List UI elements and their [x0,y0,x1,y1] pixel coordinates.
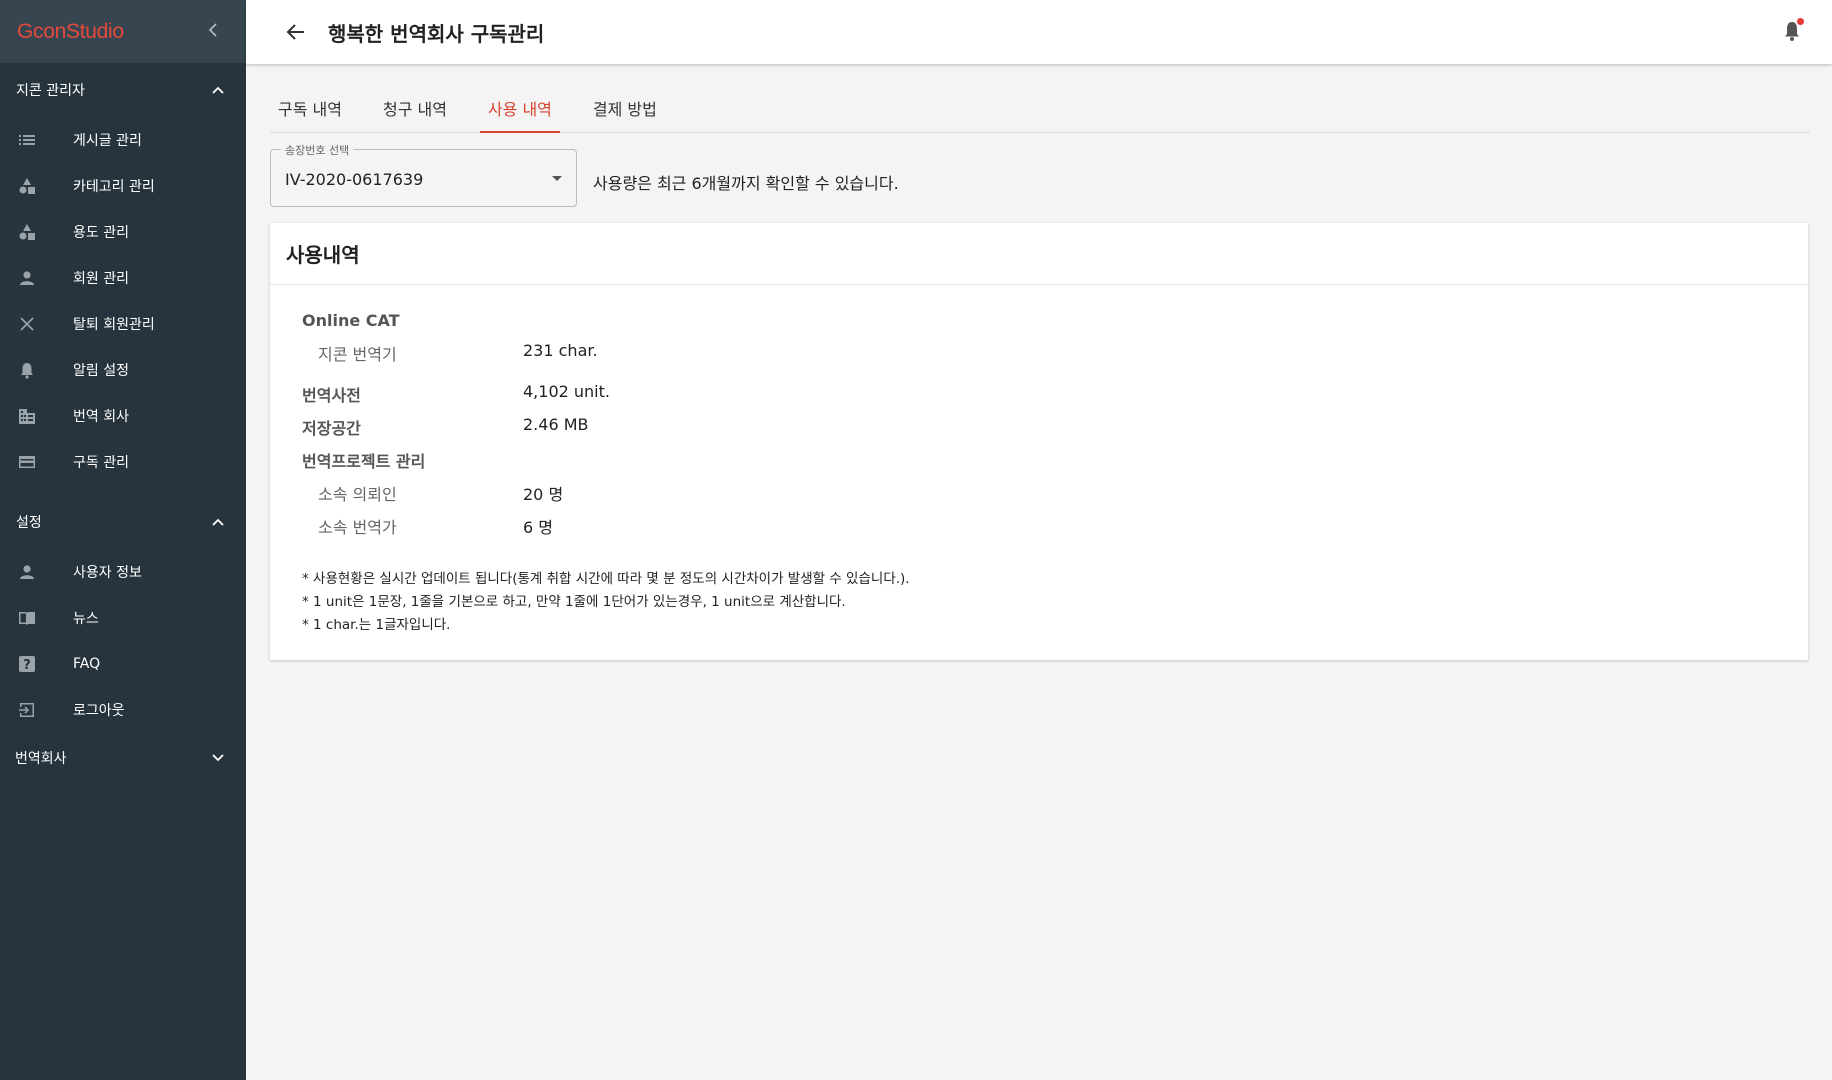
sidebar-item-label: FAQ [73,656,101,672]
chevron-up-icon [212,518,224,526]
sidebar-item-posts[interactable]: 게시글 관리 [0,117,246,163]
storage-value: 2.46 MB [523,415,589,434]
online-cat-label: Online CAT [302,311,400,330]
card-title: 사용내역 [270,223,1808,285]
sidebar-item-label: 알림 설정 [73,363,129,379]
category-icon [17,222,37,242]
section-settings[interactable]: 설정 [0,495,246,549]
help-icon: ? [17,654,37,674]
sidebar-item-withdrawn-members[interactable]: 탈퇴 회원관리 [0,301,246,347]
sidebar-item-label: 카테고리 관리 [73,179,155,195]
sidebar-item-news[interactable]: 뉴스 [0,595,246,641]
section-translation-company[interactable]: 번역회사 [0,733,246,783]
person-icon [17,268,37,288]
chevron-up-icon [212,86,224,94]
dictionary-label: 번역사전 [302,386,361,405]
usage-period-hint: 사용량은 최근 6개월까지 확인할 수 있습니다. [593,174,899,193]
list-icon [17,130,37,150]
category-icon [17,176,37,196]
sidebar-item-translation-company[interactable]: 번역 회사 [0,393,246,439]
tab-subscription-history[interactable]: 구독 내역 [270,84,350,133]
note-line: * 1 char.는 1글자입니다. [302,617,451,633]
storage-label: 저장공간 [302,419,361,438]
section-title: 지콘 관리자 [16,83,85,99]
sidebar-item-label: 탈퇴 회원관리 [73,317,155,333]
logout-icon [17,700,37,720]
sidebar-item-categories[interactable]: 카테고리 관리 [0,163,246,209]
sidebar-item-label: 용도 관리 [73,225,129,241]
note-line: * 사용현황은 실시간 업데이트 됩니다(통계 취합 시간에 따라 몇 분 정도… [302,571,910,587]
sidebar-item-user-info[interactable]: 사용자 정보 [0,549,246,595]
sidebar-header: GconStudio [0,0,246,63]
sidebar-item-label: 번역 회사 [73,409,129,425]
notification-badge [1797,18,1804,25]
sidebar-item-label: 회원 관리 [73,271,129,287]
translator-value: 231 char. [523,341,598,360]
back-arrow-icon[interactable] [284,20,308,44]
invoice-select-label: 송장번호 선택 [281,142,354,158]
usage-notes: * 사용현황은 실시간 업데이트 됩니다(통계 취합 시간에 따라 몇 분 정도… [302,568,910,637]
invoice-select-value: IV-2020-0617639 [285,170,424,189]
section-gcon-admin[interactable]: 지콘 관리자 [0,63,246,117]
sidebar-item-logout[interactable]: 로그아웃 [0,687,246,733]
project-management-label: 번역프로젝트 관리 [302,452,426,471]
sidebar-item-label: 게시글 관리 [73,133,142,149]
dropdown-arrow-icon [552,176,562,181]
sidebar-item-label: 뉴스 [73,611,99,627]
bell-icon [17,360,37,380]
tab-bar: 구독 내역 청구 내역 사용 내역 결제 방법 [270,84,1810,133]
tab-payment-method[interactable]: 결제 방법 [585,84,665,133]
card-icon [17,452,37,472]
translators-value: 6 명 [523,518,553,537]
tab-usage-history[interactable]: 사용 내역 [479,84,560,133]
sidebar: GconStudio 지콘 관리자 게시글 관리 카테고리 관리 용도 관리 회… [0,0,246,1080]
person-icon [17,562,37,582]
chevron-down-icon [212,754,224,762]
requesters-value: 20 명 [523,485,564,504]
top-header: 행복한 번역회사 구독관리 [246,0,1832,64]
translator-label: 지콘 번역기 [318,345,397,364]
note-line: * 1 unit은 1문장, 1줄을 기본으로 하고, 만약 1줄에 1단어가 … [302,594,846,610]
section-title: 번역회사 [15,751,67,767]
logo[interactable]: GconStudio [17,20,124,44]
section-title: 설정 [16,515,42,531]
invoice-select[interactable]: 송장번호 선택 IV-2020-0617639 [270,142,577,207]
sidebar-item-subscription[interactable]: 구독 관리 [0,439,246,485]
sidebar-item-label: 구독 관리 [73,455,129,471]
sidebar-item-label: 사용자 정보 [73,565,142,581]
tab-billing-history[interactable]: 청구 내역 [375,84,455,133]
usage-card: 사용내역 Online CAT 지콘 번역기 231 char. 번역사전 4,… [270,223,1808,660]
sidebar-item-members[interactable]: 회원 관리 [0,255,246,301]
sidebar-item-label: 로그아웃 [73,703,125,719]
book-icon [17,608,37,628]
requesters-label: 소속 의뢰인 [318,485,397,504]
building-icon [17,406,37,426]
sidebar-item-purposes[interactable]: 용도 관리 [0,209,246,255]
translators-label: 소속 번역가 [318,518,397,537]
svg-text:?: ? [23,658,31,673]
dictionary-value: 4,102 unit. [523,382,610,401]
close-icon [17,314,37,334]
collapse-sidebar-icon[interactable] [208,21,218,42]
page-title: 행복한 번역회사 구독관리 [328,21,545,46]
sidebar-item-notifications[interactable]: 알림 설정 [0,347,246,393]
sidebar-item-faq[interactable]: ? FAQ [0,641,246,687]
